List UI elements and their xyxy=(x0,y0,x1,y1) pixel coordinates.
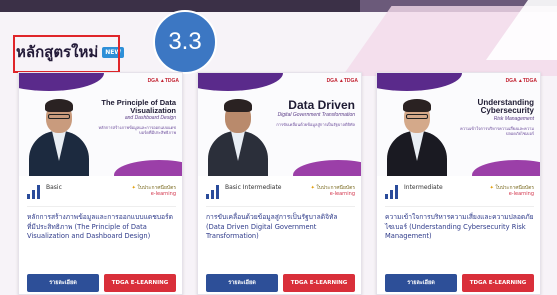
course-description: หลักการสร้างภาพข้อมูลและการออกแบบแดชบอร์… xyxy=(27,213,173,241)
highlight-annotation-box xyxy=(13,35,120,73)
cover-logo: DGA ▲TDGA xyxy=(147,78,179,84)
bar-chart-icon xyxy=(206,185,220,199)
cover-description: การขับเคลื่อนด้วยข้อมูลสู่การเป็นรัฐบาลด… xyxy=(276,121,355,127)
course-level: Basic xyxy=(46,184,62,191)
cover-description: ความเข้าใจการบริหารความเสี่ยงและความปลอด… xyxy=(460,126,534,137)
divider xyxy=(27,206,176,207)
course-meta: Intermediate ✦ ใบประกาศนียบัตร e-learnin… xyxy=(377,180,540,206)
course-level: Basic Intermediate xyxy=(225,184,282,191)
certificate-icon: ✦ xyxy=(131,185,136,191)
cover-title: Understanding Cybersecurity xyxy=(477,98,534,116)
cover-subtitle: Risk Management xyxy=(493,115,534,122)
cover-description: หลักการสร้างภาพข้อมูลและการออกแบบแดชบอร์… xyxy=(98,125,176,136)
cover-decoration xyxy=(198,73,283,91)
cover-title-block: The Principle of Data Visualization and … xyxy=(90,98,176,136)
certificate-sub: e-learning xyxy=(508,191,534,197)
bar-chart-icon xyxy=(27,185,41,199)
cover-subtitle: and Dashboard Design xyxy=(124,114,176,121)
course-meta: Basic ✦ ใบประกาศนียบัตร e-learning xyxy=(19,180,182,206)
certificate-badge: ✦ ใบประกาศนียบัตร e-learning xyxy=(490,185,534,197)
course-cover[interactable]: DGA ▲TDGA The Principle of Data Visualiz… xyxy=(19,73,182,176)
tdga-elearning-button[interactable]: TDGA E-LEARNING xyxy=(104,274,176,292)
certificate-badge: ✦ ใบประกาศนียบัตร e-learning xyxy=(132,185,176,197)
instructor-photo xyxy=(387,93,447,176)
cover-decoration xyxy=(472,160,540,176)
course-cover[interactable]: DGA ▲TDGA Understanding Cybersecurity Ri… xyxy=(377,73,540,176)
step-annotation-badge: 3.3 xyxy=(153,10,217,74)
cover-decoration xyxy=(114,160,182,176)
bar-chart-icon xyxy=(385,185,399,199)
certificate-sub: e-learning xyxy=(329,191,355,197)
tdga-elearning-button[interactable]: TDGA E-LEARNING xyxy=(462,274,534,292)
course-cover[interactable]: DGA ▲TDGA Data Driven Digital Government… xyxy=(198,73,361,176)
cover-title: Data Driven xyxy=(288,98,355,112)
details-button[interactable]: รายละเอียด xyxy=(206,274,278,292)
divider xyxy=(206,206,355,207)
divider xyxy=(385,206,534,207)
cover-decoration xyxy=(293,160,361,176)
instructor-photo xyxy=(208,93,268,176)
instructor-photo xyxy=(29,93,89,176)
cover-title: The Principle of Data Visualization xyxy=(101,98,176,115)
cover-logo: DGA ▲TDGA xyxy=(505,78,537,84)
cover-subtitle: Digital Government Transformation xyxy=(277,111,355,118)
certificate-icon: ✦ xyxy=(489,185,494,191)
details-button[interactable]: รายละเอียด xyxy=(27,274,99,292)
cover-title-block: Understanding Cybersecurity Risk Managem… xyxy=(448,98,534,137)
cover-logo: DGA ▲TDGA xyxy=(326,78,358,84)
cover-decoration xyxy=(377,73,462,91)
course-card[interactable]: DGA ▲TDGA The Principle of Data Visualiz… xyxy=(18,72,183,295)
course-level: Intermediate xyxy=(404,184,443,191)
course-description: ความเข้าใจการบริหารความเสี่ยงและความปลอด… xyxy=(385,213,534,241)
course-card[interactable]: DGA ▲TDGA Understanding Cybersecurity Ri… xyxy=(376,72,541,295)
cover-decoration xyxy=(19,73,104,91)
course-card[interactable]: DGA ▲TDGA Data Driven Digital Government… xyxy=(197,72,362,295)
course-meta: Basic Intermediate ✦ ใบประกาศนียบัตร e-l… xyxy=(198,180,361,206)
certificate-sub: e-learning xyxy=(150,191,176,197)
tdga-elearning-button[interactable]: TDGA E-LEARNING xyxy=(283,274,355,292)
certificate-icon: ✦ xyxy=(310,185,315,191)
certificate-badge: ✦ ใบประกาศนียบัตร e-learning xyxy=(311,185,355,197)
cover-title-block: Data Driven Digital Government Transform… xyxy=(269,99,355,127)
course-description: การขับเคลื่อนด้วยข้อมูลสู่การเป็นรัฐบาลด… xyxy=(206,213,338,241)
details-button[interactable]: รายละเอียด xyxy=(385,274,457,292)
